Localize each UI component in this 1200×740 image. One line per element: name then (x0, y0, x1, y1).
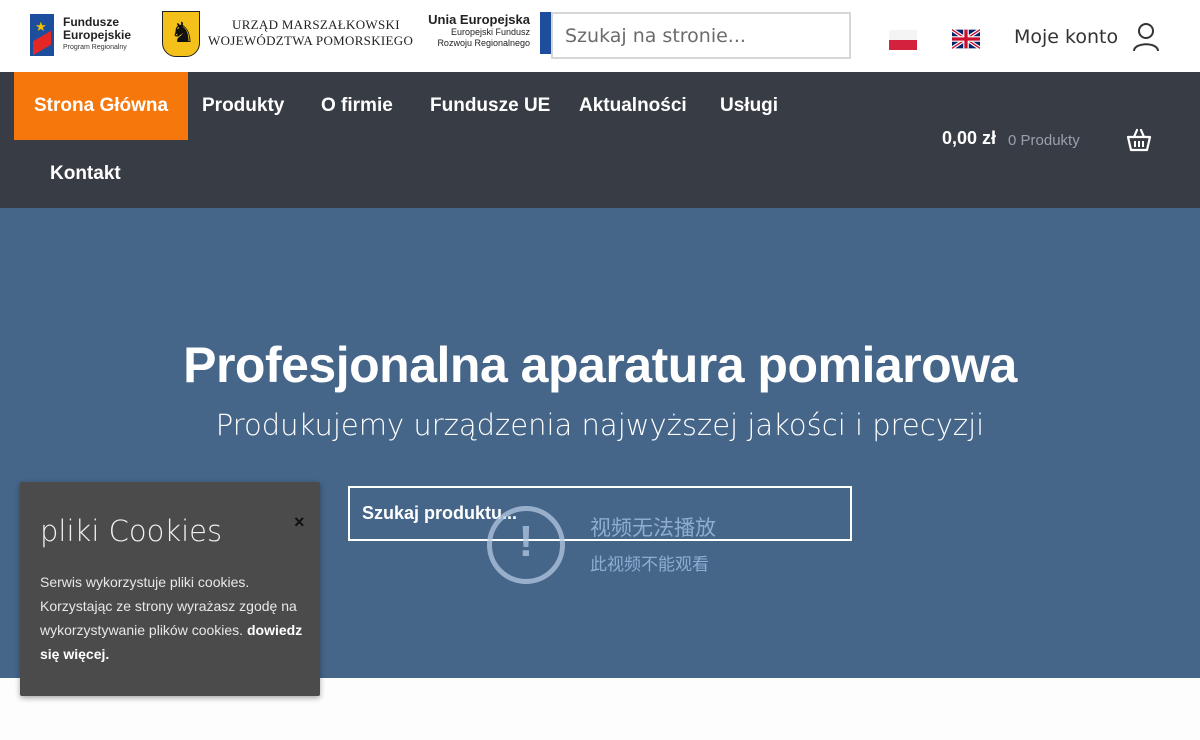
logo-text: Rozwoju Regionalnego (437, 38, 530, 48)
nav-item-services[interactable]: Usługi (720, 72, 778, 140)
logo-text: Europejskie (63, 28, 132, 42)
logo-text: WOJEWÓDZTWA POMORSKIEGO (208, 33, 414, 48)
language-en-flag-icon[interactable] (952, 28, 980, 50)
cart-total[interactable]: 0,00 zł (942, 128, 996, 149)
logo-text: Europejski Fundusz (450, 27, 530, 37)
nav-item-eu-funds[interactable]: Fundusze UE (430, 72, 550, 140)
logo-text: Unia Europejska (428, 12, 530, 27)
language-pl-flag-icon[interactable] (889, 30, 917, 50)
logo-text: Program Regionalny (63, 44, 127, 51)
close-icon[interactable]: × (294, 512, 305, 533)
video-error-overlay: 视频无法播放 此视频不能观看 (487, 506, 767, 586)
nav-item-home[interactable]: Strona Główna (14, 72, 189, 140)
nav-item-contact[interactable]: Kontakt (50, 140, 121, 208)
nav-item-products[interactable]: Produkty (202, 72, 284, 140)
account-label: Moje konto (1014, 26, 1119, 48)
nav-item-news[interactable]: Aktualności (579, 72, 687, 140)
nav-item-about[interactable]: O firmie (321, 72, 393, 140)
pomorskie-coat-of-arms-icon (162, 11, 200, 57)
video-error-message: 此视频不能观看 (590, 555, 709, 574)
cookie-text: Serwis wykorzystuje pliki cookies. Korzy… (40, 570, 308, 666)
shopping-basket-icon[interactable] (1126, 128, 1152, 152)
top-bar: Fundusze Europejskie Program Regionalny … (0, 0, 1200, 72)
hero-title: Profesjonalna aparatura pomiarowa (183, 337, 1017, 393)
warning-icon (487, 506, 565, 584)
urzad-marszalkowski-logo[interactable]: URZĄD MARSZAŁKOWSKI WOJEWÓDZTWA POMORSKI… (162, 11, 417, 59)
logo-text: URZĄD MARSZAŁKOWSKI (232, 17, 400, 32)
user-icon (1133, 23, 1160, 52)
fe-flag-icon (30, 14, 54, 56)
video-error-title: 视频无法播放 (590, 517, 716, 540)
hero-subtitle: Produkujemy urządzenia najwyższej jakośc… (215, 408, 985, 442)
cart-count[interactable]: 0 Produkty (1008, 132, 1080, 149)
site-search-input[interactable] (551, 12, 851, 59)
my-account-link[interactable]: Moje konto (1014, 22, 1160, 52)
unia-europejska-logo[interactable]: Unia Europejska Europejski Fundusz Rozwo… (418, 12, 530, 58)
fundusze-europejskie-logo[interactable]: Fundusze Europejskie Program Regionalny (30, 12, 142, 58)
cookie-title: pliki Cookies (40, 514, 223, 548)
cookie-notice: pliki Cookies × Serwis wykorzystuje plik… (20, 482, 320, 696)
